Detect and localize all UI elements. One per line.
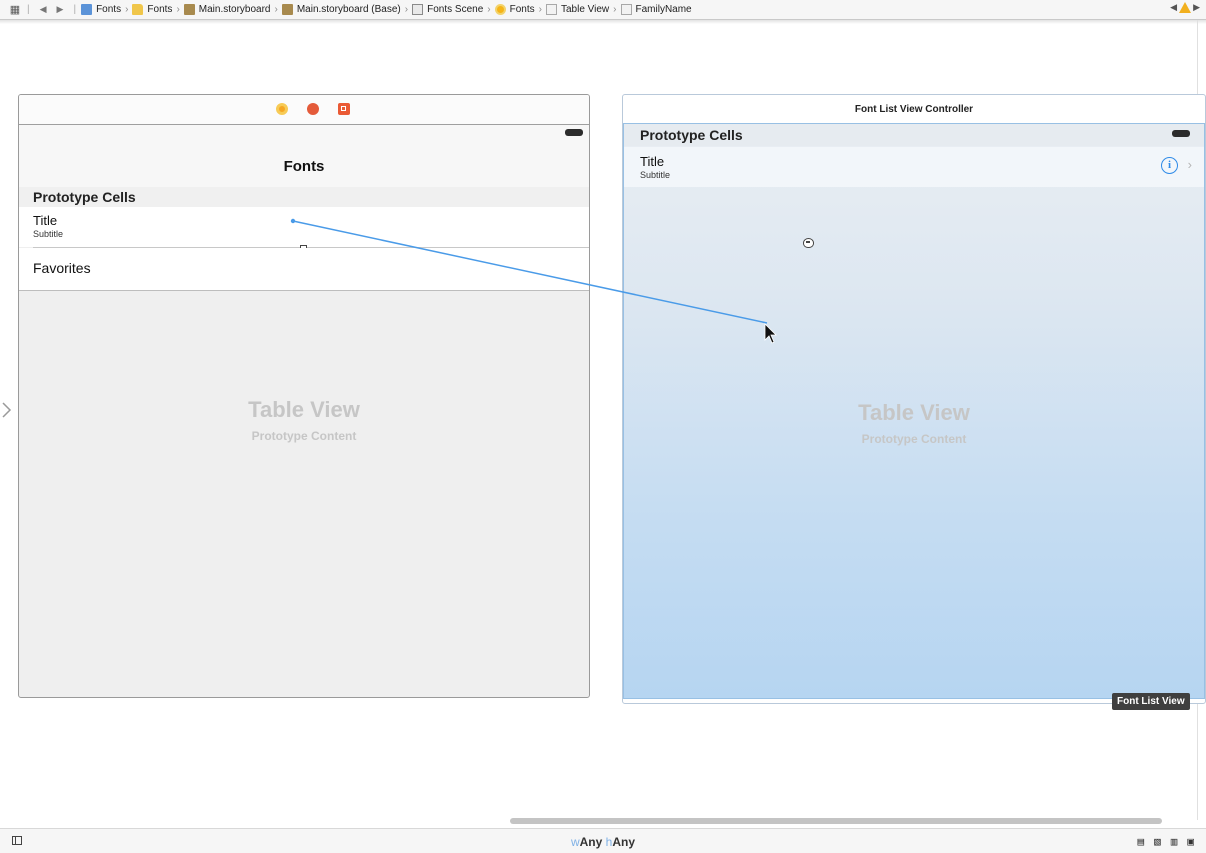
project-file-icon [81, 4, 93, 15]
chevron-right-icon: › [613, 4, 617, 15]
entry-point-arrow-icon[interactable] [2, 402, 12, 418]
chevron-right-icon: › [538, 4, 542, 15]
scene-dock [19, 95, 589, 125]
table-bottom-border [19, 290, 589, 291]
toolbar-shadow [0, 20, 1206, 24]
crumb-label: Fonts [509, 4, 535, 15]
resolve-issues-icon[interactable]: ▥ [1171, 835, 1178, 848]
prototype-cell-title[interactable]: Title Subtitle i › [624, 147, 1204, 187]
info-icon[interactable]: i [1161, 157, 1178, 174]
crumb-label: Main.storyboard [198, 4, 271, 15]
folder-icon [132, 4, 144, 15]
crumb-project[interactable]: Fonts [81, 4, 121, 15]
cell-subtitle: Subtitle [640, 170, 671, 180]
battery-icon [565, 129, 583, 136]
layout-tools: ▤ ▧ ▥ ▣ [1138, 835, 1195, 848]
table-view-icon [545, 4, 557, 15]
battery-icon [1172, 130, 1190, 137]
divider: | [27, 4, 30, 15]
navigation-bar[interactable]: Fonts [19, 125, 589, 188]
section-header: Prototype Cells [19, 187, 589, 207]
placeholder-title: Table View [858, 400, 970, 425]
size-class-control[interactable]: wAny hAny [0, 835, 1206, 849]
crumb-label: Main.storyboard (Base) [296, 4, 401, 15]
view-controller-icon [494, 4, 506, 15]
crumb-view-controller[interactable]: Fonts [494, 4, 535, 15]
placeholder-subtitle: Prototype Content [251, 429, 357, 443]
issue-navigator: ◀ ▶ [1170, 2, 1200, 13]
crumb-storyboard-base[interactable]: Main.storyboard (Base) [281, 4, 401, 15]
table-view-drop-target[interactable]: Prototype Cells Title Subtitle i › Table… [623, 123, 1205, 699]
height-value: Any [612, 835, 636, 849]
jump-bar: ▦ | ◀ ▶ | Fonts › Fonts › Main.storyboar… [0, 0, 1206, 20]
related-items-icon[interactable]: ▦ [8, 3, 22, 17]
exit-icon[interactable] [338, 103, 350, 115]
font-list-scene[interactable]: Font List View Controller Prototype Cell… [622, 94, 1206, 704]
drag-copy-cursor-icon [803, 238, 814, 248]
crumb-label: FamilyName [635, 4, 692, 15]
table-view-placeholder: Table View Prototype Content [624, 400, 1204, 446]
prototype-cell-title[interactable]: Title Subtitle [19, 207, 589, 247]
width-prefix: w [570, 835, 580, 849]
back-arrow-icon[interactable]: ◀ [40, 4, 47, 15]
chevron-right-icon: › [176, 4, 180, 15]
chevron-right-icon: › [404, 4, 409, 15]
favorites-cell[interactable]: Favorites [19, 248, 589, 290]
favorites-label: Favorites [33, 260, 91, 276]
cell-title: Title [640, 154, 665, 169]
nav-title: Fonts [283, 158, 325, 175]
scene-icon [412, 4, 424, 15]
chevron-right-icon: › [1187, 157, 1192, 172]
storyboard-icon [281, 4, 293, 15]
align-icon[interactable]: ▤ [1138, 835, 1145, 848]
placeholder-subtitle: Prototype Content [861, 432, 967, 446]
previous-issue-icon[interactable]: ◀ [1170, 2, 1177, 13]
horizontal-scrollbar[interactable] [510, 818, 1162, 824]
section-header: Prototype Cells [624, 124, 1204, 146]
drop-target-label: Font List View [1112, 693, 1190, 710]
cell-title: Title [33, 213, 58, 228]
scene-title: Font List View Controller [854, 104, 974, 115]
crumb-label: Table View [560, 4, 610, 15]
view-controller-icon[interactable] [276, 103, 288, 115]
chevron-right-icon: › [274, 4, 278, 15]
next-issue-icon[interactable]: ▶ [1193, 2, 1200, 13]
pin-icon[interactable]: ▧ [1154, 835, 1161, 848]
crumb-label: Fonts [96, 4, 122, 15]
divider: | [73, 4, 77, 15]
width-value: Any [579, 835, 603, 849]
chevron-right-icon: › [487, 4, 491, 15]
first-responder-icon[interactable] [307, 103, 319, 115]
chevron-right-icon: › [125, 4, 129, 15]
crumb-label: Fonts Scene [427, 4, 484, 15]
table-view-placeholder: Table View Prototype Content [19, 397, 589, 443]
crumb-table-view[interactable]: Table View [545, 4, 610, 15]
cell-subtitle: Subtitle [33, 229, 64, 239]
warning-icon[interactable] [1179, 2, 1192, 13]
crumb-label: Fonts [147, 4, 173, 15]
placeholder-title: Table View [248, 397, 360, 422]
bottom-bar: wAny hAny ▤ ▧ ▥ ▣ [0, 828, 1206, 853]
table-cell-icon [620, 4, 632, 15]
crumb-group[interactable]: Fonts [132, 4, 172, 15]
resizing-behavior-icon[interactable]: ▣ [1187, 835, 1194, 848]
fonts-scene[interactable]: Fonts Prototype Cells Title Subtitle Fav… [18, 94, 590, 698]
crumb-cell[interactable]: FamilyName [620, 4, 692, 15]
forward-arrow-icon[interactable]: ▶ [57, 4, 64, 15]
crumb-scene[interactable]: Fonts Scene [412, 4, 483, 15]
crumb-storyboard[interactable]: Main.storyboard [183, 4, 271, 15]
storyboard-icon [183, 4, 195, 15]
